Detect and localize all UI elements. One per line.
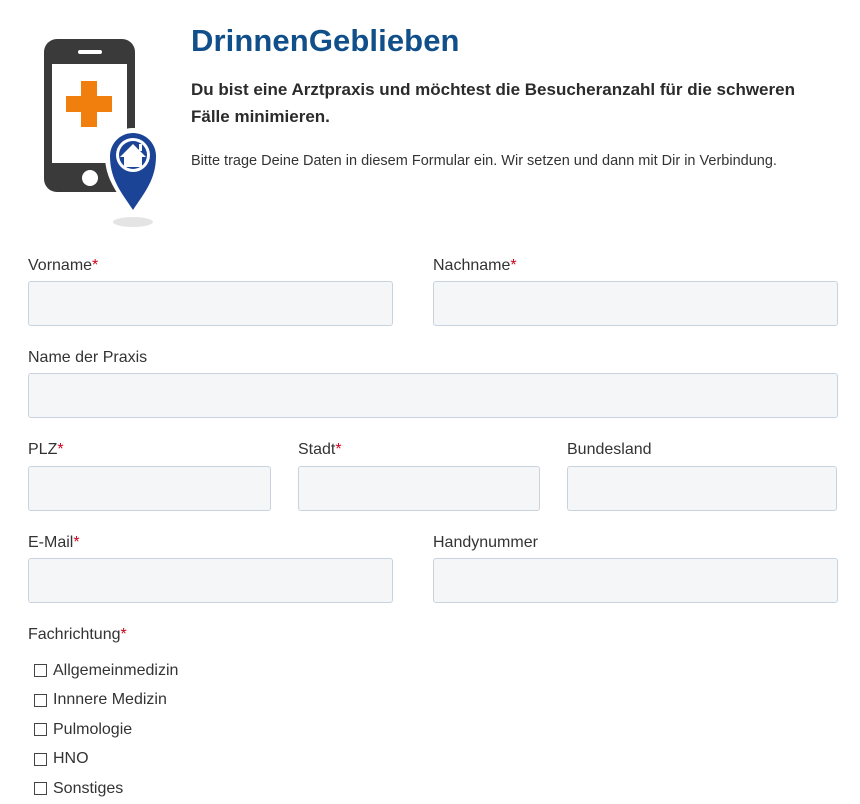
checkbox-label: Innnere Medizin	[53, 691, 167, 709]
vorname-label: Vorname*	[28, 257, 99, 274]
required-marker: *	[73, 534, 80, 551]
intro-text: Bitte trage Deine Daten in diesem Formul…	[191, 153, 777, 169]
checkbox-label: Allgemeinmedizin	[53, 661, 179, 679]
brand-title: DrinnenGeblieben	[191, 23, 460, 58]
stadt-input[interactable]	[298, 466, 540, 511]
stadt-label: Stadt*	[298, 441, 342, 458]
fachrichtung-option-pulmologie[interactable]: Pulmologie	[34, 715, 178, 745]
required-marker: *	[120, 626, 127, 643]
nachname-label: Nachname*	[433, 257, 517, 274]
fachrichtung-label: Fachrichtung*	[28, 626, 127, 643]
fachrichtung-option-hno[interactable]: HNO	[34, 745, 178, 775]
fachrichtung-option-sonstiges[interactable]: Sonstiges	[34, 774, 178, 804]
required-marker: *	[510, 257, 517, 274]
praxis-label: Name der Praxis	[28, 349, 148, 366]
praxis-input[interactable]	[28, 373, 838, 418]
fachrichtung-option-innere-medizin[interactable]: Innnere Medizin	[34, 686, 178, 716]
header: DrinnenGeblieben Du bist eine Arztpraxis…	[0, 0, 860, 240]
checkbox[interactable]	[34, 752, 47, 766]
fachrichtung-option-allgemeinmedizin[interactable]: Allgemeinmedizin	[34, 656, 178, 686]
checkbox-label: HNO	[53, 750, 89, 768]
vorname-input[interactable]	[28, 281, 393, 326]
checkbox[interactable]	[34, 723, 47, 737]
checkbox[interactable]	[34, 693, 47, 707]
bundesland-label: Bundesland	[567, 441, 652, 458]
checkbox[interactable]	[34, 782, 47, 796]
phone-medical-cross-home-pin-icon	[44, 39, 161, 227]
handy-input[interactable]	[433, 558, 838, 603]
email-input[interactable]	[28, 558, 393, 603]
checkbox-label: Sonstiges	[53, 779, 124, 797]
fachrichtung-options: Allgemeinmedizin Innnere Medizin Pulmolo…	[34, 656, 178, 804]
email-label: E-Mail*	[28, 534, 80, 551]
plz-input[interactable]	[28, 466, 271, 511]
nachname-input[interactable]	[433, 281, 838, 326]
bundesland-input[interactable]	[567, 466, 837, 511]
required-marker: *	[335, 441, 342, 458]
checkbox[interactable]	[34, 664, 47, 678]
handy-label: Handynummer	[433, 534, 538, 551]
required-marker: *	[92, 257, 99, 274]
tagline: Du bist eine Arztpraxis und möchtest die…	[191, 80, 795, 126]
plz-label: PLZ*	[28, 441, 64, 458]
checkbox-label: Pulmologie	[53, 720, 133, 738]
required-marker: *	[57, 441, 64, 458]
